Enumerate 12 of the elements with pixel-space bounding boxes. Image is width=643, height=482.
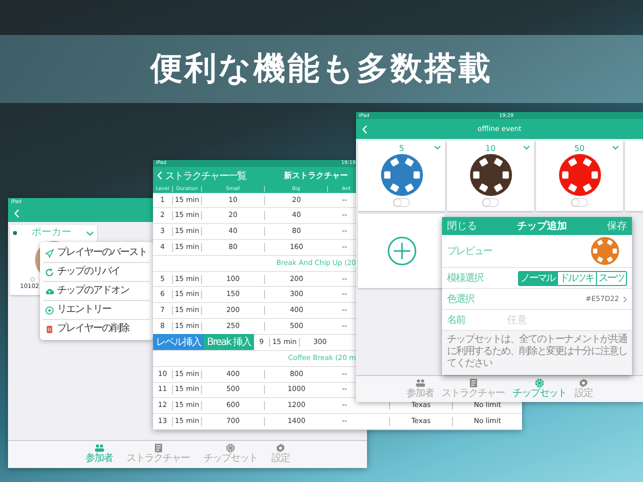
field-label: 名前 [447,314,465,327]
hint-text: チップセットは、全てのトーナメントが共通に利用するため、削除と変更は十分に注意してください [442,331,632,375]
field-label: 色選択 [447,293,474,306]
screen-title: 新ストラクチャー [284,170,348,182]
chip-value: 10 [485,144,496,153]
field-label: 模様選択 [447,272,483,285]
dialog-title: チップ追加 [517,219,567,233]
chip-value: 50 [574,144,585,153]
field-label: プレビュー [447,244,492,258]
headline: 便利な機能も多数搭載 [150,48,492,89]
player-name: ポーカー [30,227,72,239]
chip-value: 5 [398,144,404,153]
